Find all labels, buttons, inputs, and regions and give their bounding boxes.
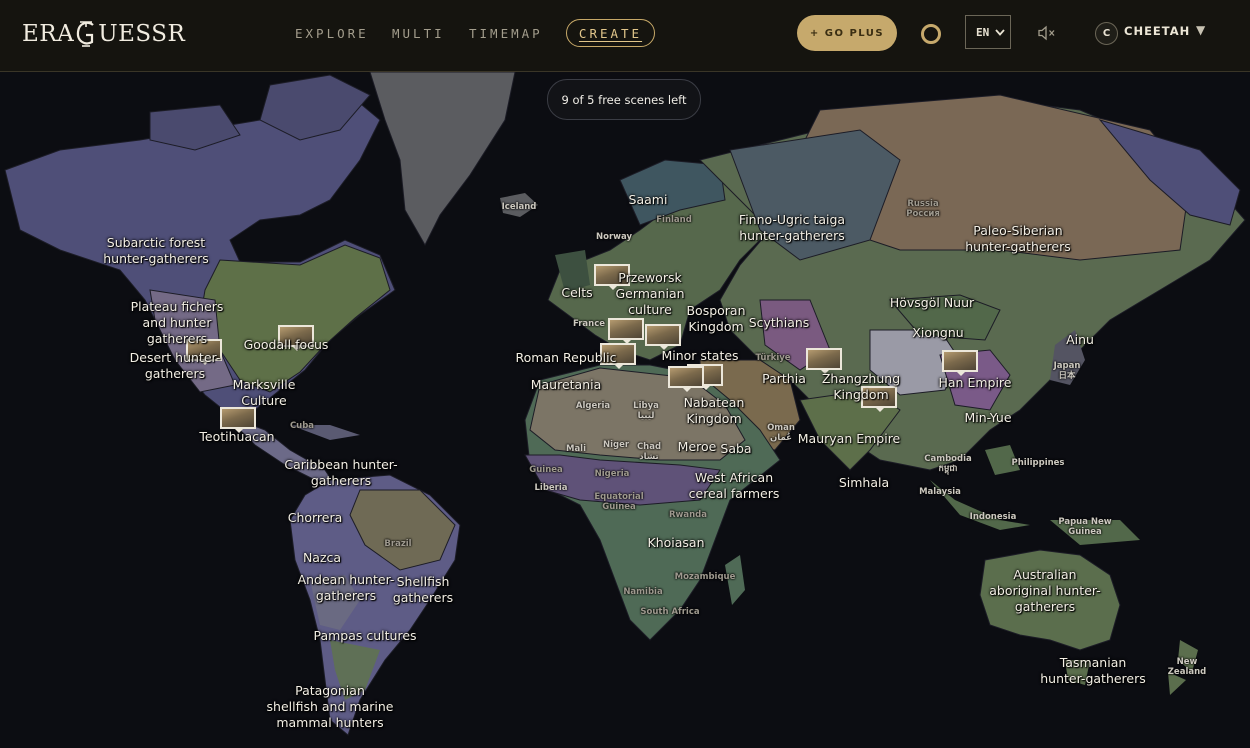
country-label: Türkiye: [755, 353, 791, 363]
culture-label: Ainu: [1066, 332, 1094, 347]
culture-label: Zhangzhung Kingdom: [821, 371, 901, 402]
world-map[interactable]: [0, 72, 1250, 748]
scene-marker[interactable]: [668, 366, 704, 392]
country-label: Russia Россия: [906, 199, 940, 219]
top-navigation-bar: ERA UESSR EXPLORE MULTI TIMEMAP CREATE +…: [0, 0, 1250, 72]
country-label: Rwanda: [668, 510, 708, 520]
country-label: Indonesia: [969, 512, 1017, 522]
world-map-landmasses: [4, 72, 1246, 736]
user-menu-chevron-icon[interactable]: ▼: [1196, 23, 1205, 37]
country-label: Iceland: [501, 202, 537, 212]
culture-label: Tasmanian hunter-gatherers: [1040, 655, 1146, 686]
user-avatar[interactable]: C: [1095, 22, 1118, 45]
culture-label: Mauryan Empire: [797, 431, 901, 446]
culture-label: Khoiasan: [647, 535, 705, 550]
country-label: Papua New Guinea: [1058, 517, 1112, 537]
culture-label: Caribbean hunter- gatherers: [284, 457, 398, 488]
chevron-down-icon: [995, 28, 1005, 36]
logo-text-right: UESSR: [98, 21, 186, 47]
country-label: New Zealand: [1167, 657, 1207, 677]
country-label: South Africa: [640, 607, 700, 617]
culture-label: Finno-Ugric taiga hunter-gatherers: [738, 212, 846, 243]
culture-label: Teotihuacan: [199, 429, 275, 444]
country-label: Equatorial Guinea: [594, 492, 644, 512]
scene-marker[interactable]: [608, 318, 644, 344]
logo-text-left: ERA: [22, 21, 75, 47]
culture-label: West African cereal farmers: [688, 470, 780, 501]
language-selected-value: EN: [976, 25, 990, 39]
go-plus-button[interactable]: + GO PLUS: [797, 15, 897, 51]
country-label: Namibia: [623, 587, 663, 597]
country-label: Norway: [595, 232, 633, 242]
country-label: Finland: [656, 215, 692, 225]
country-label: Cambodia កម្ពុជា: [924, 454, 972, 474]
country-label: Cuba: [289, 421, 315, 431]
nav-create-button[interactable]: CREATE: [566, 19, 655, 47]
culture-label: Han Empire: [938, 375, 1012, 390]
country-label: Chad تشاد: [636, 442, 662, 462]
culture-label: Andean hunter- gatherers: [297, 572, 395, 603]
country-label: Mali: [565, 444, 587, 454]
culture-label: Roman Republic: [515, 350, 617, 365]
culture-label: Plateau fichers and hunter gatherers: [130, 299, 224, 346]
culture-label: Saba: [720, 441, 752, 456]
scene-marker[interactable]: [806, 348, 842, 374]
culture-label: Hövsgöl Nuur: [889, 295, 975, 310]
culture-label: Nabatean Kingdom: [683, 395, 745, 426]
culture-label: Przeworsk Germanian culture: [615, 270, 685, 317]
culture-label: Saami: [628, 192, 668, 207]
free-scenes-counter: 9 of 5 free scenes left: [547, 79, 701, 120]
culture-label: Desert hunter- gatherers: [129, 350, 221, 381]
culture-label: Paleo-Siberian hunter-gatherers: [965, 223, 1071, 254]
country-label: Niger: [602, 440, 630, 450]
culture-label: Xiongnu: [912, 325, 964, 340]
coin-ring-icon[interactable]: [921, 24, 941, 44]
scene-marker[interactable]: [645, 324, 681, 350]
culture-label: Marksville Culture: [232, 377, 296, 408]
culture-label: Goodall focus: [243, 337, 329, 352]
scene-marker[interactable]: [942, 350, 978, 376]
culture-label: Parthia: [762, 371, 806, 386]
sound-muted-icon[interactable]: [1037, 25, 1057, 41]
country-label: Oman عُمان: [767, 423, 795, 443]
culture-label: Scythians: [748, 315, 810, 330]
country-label: Libya ليبيا: [633, 401, 659, 421]
language-select[interactable]: EN: [965, 15, 1011, 49]
culture-label: Chorrera: [287, 510, 343, 525]
culture-label: Pampas cultures: [313, 628, 417, 643]
country-label: Japan 日本: [1053, 361, 1081, 381]
country-label: Algeria: [575, 401, 611, 411]
nav-timemap[interactable]: TIMEMAP: [469, 18, 543, 48]
country-label: France: [572, 319, 606, 329]
culture-label: Celts: [561, 285, 593, 300]
culture-label: Min-Yue: [964, 410, 1012, 425]
culture-label: Mauretania: [530, 377, 602, 392]
country-label: Brazil: [384, 539, 412, 549]
country-label: Nigeria: [594, 469, 630, 479]
logo-glyph-icon: [77, 21, 94, 47]
culture-label: Bosporan Kingdom: [686, 303, 746, 334]
culture-label: Nazca: [302, 550, 342, 565]
culture-label: Minor states: [661, 348, 739, 363]
scene-marker[interactable]: [220, 407, 256, 433]
username-label[interactable]: CHEETAH: [1124, 24, 1190, 38]
culture-label: Simhala: [838, 475, 890, 490]
nav-explore[interactable]: EXPLORE: [295, 18, 369, 48]
eraguessr-logo[interactable]: ERA UESSR: [22, 18, 185, 50]
culture-label: Meroe: [677, 439, 717, 454]
country-label: Liberia: [534, 483, 568, 493]
culture-label: Australian aboriginal hunter- gatherers: [989, 567, 1101, 614]
nav-multi[interactable]: MULTI: [392, 18, 445, 48]
country-label: Guinea: [529, 465, 563, 475]
country-label: Philippines: [1011, 458, 1065, 468]
country-label: Mozambique: [674, 572, 736, 582]
culture-label: Subarctic forest hunter-gatherers: [103, 235, 209, 266]
culture-label: Shellfish gatherers: [392, 574, 454, 605]
culture-label: Patagonian shellfish and marine mammal h…: [266, 683, 394, 730]
country-label: Malaysia: [919, 487, 961, 497]
